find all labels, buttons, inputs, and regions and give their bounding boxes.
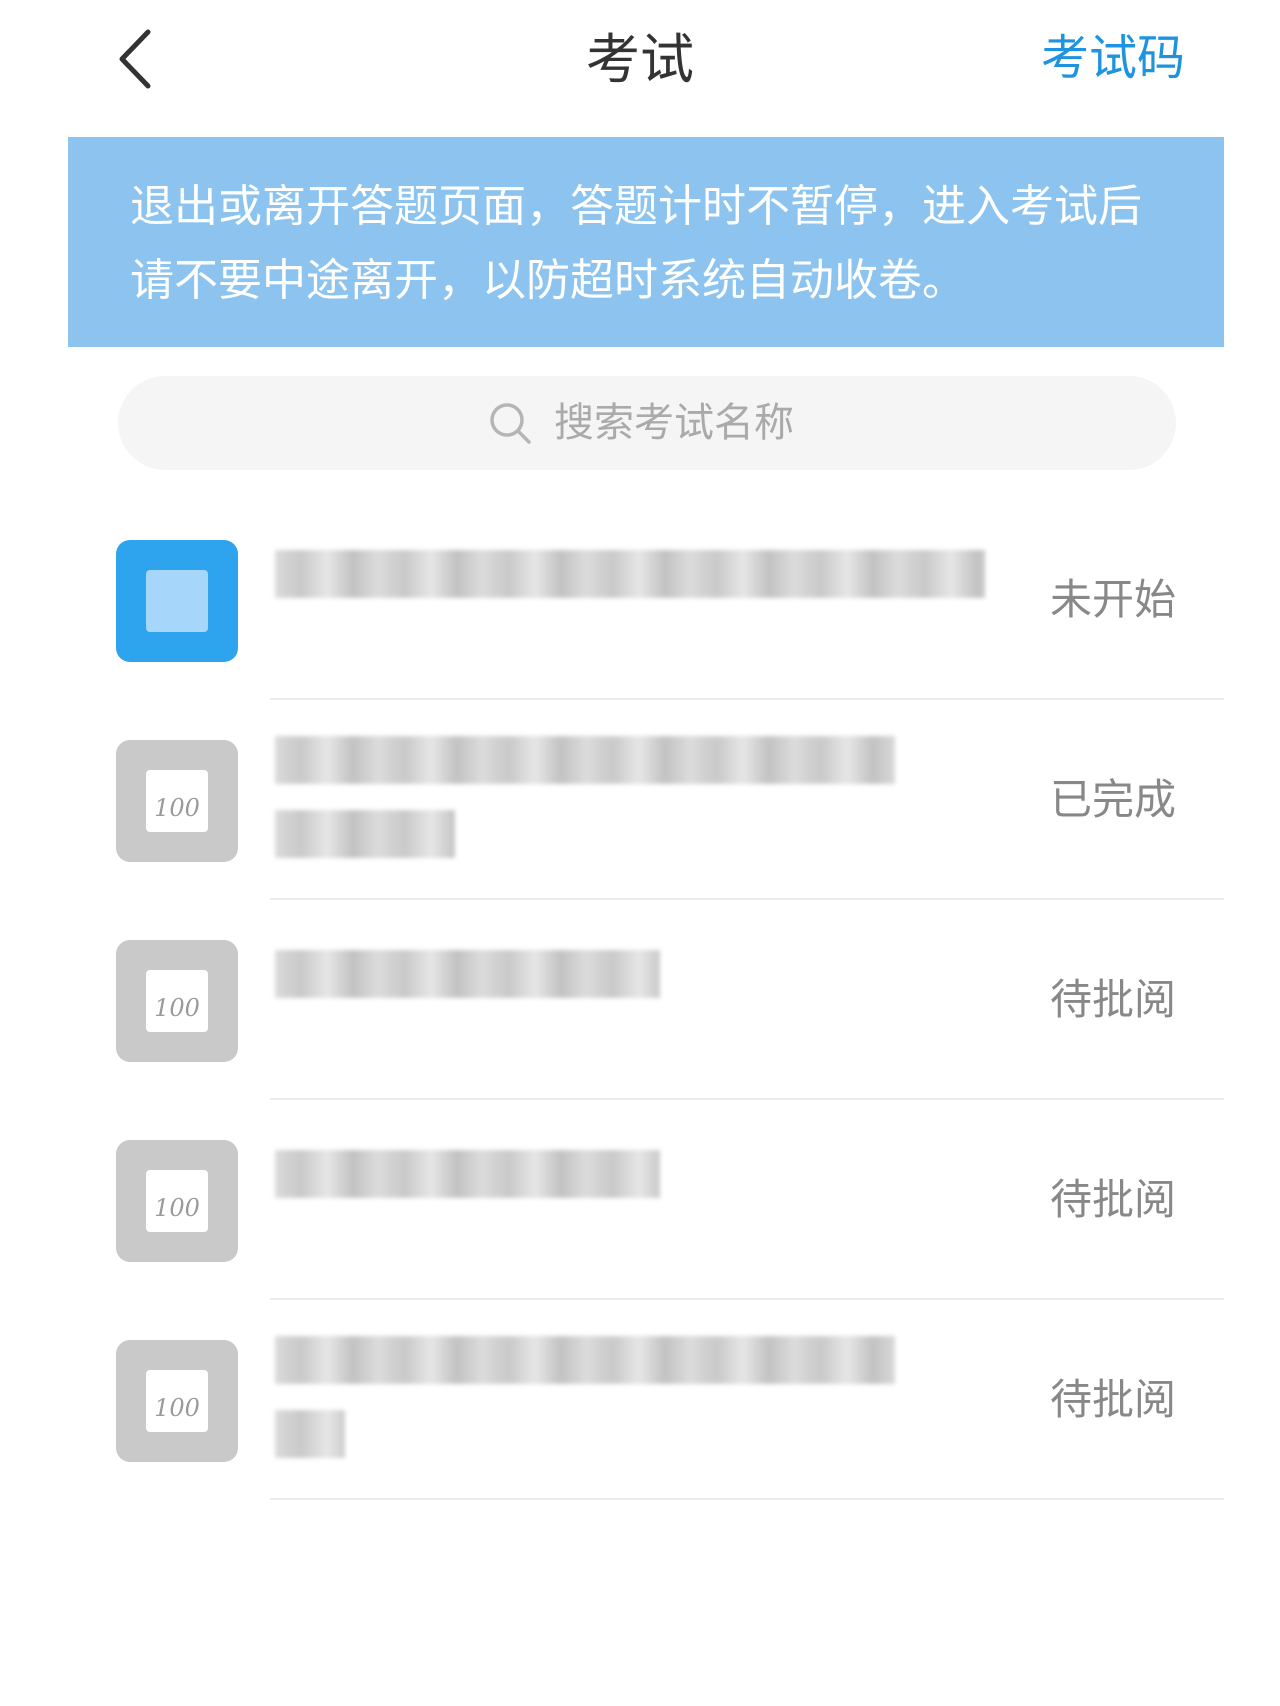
exam-item[interactable]: 100 待批阅 [0,1300,1280,1500]
header-bar: 考试 考试码 [0,0,1280,125]
exam-paper-icon: 100 [116,940,238,1062]
exam-name-redacted [275,950,660,998]
score-100-label: 100 [154,1194,200,1222]
score-100-label: 100 [154,994,200,1022]
exam-status: 待批阅 [1049,1375,1176,1424]
exam-code-button[interactable]: 考试码 [1041,26,1185,90]
exam-paper-icon: 100 [116,740,238,862]
exam-item[interactable]: 未开始 [0,500,1280,700]
exam-list: 未开始 100 已完成 100 待批阅 100 待批阅 100 待批阅 [0,500,1280,1500]
search-icon [490,403,531,444]
redacted-text [275,1336,895,1384]
exam-status: 未开始 [1049,575,1176,624]
exam-status: 待批阅 [1049,975,1176,1024]
exam-paper-icon [116,540,238,662]
exam-item[interactable]: 100 待批阅 [0,1100,1280,1300]
notice-banner: 退出或离开答题页面，答题计时不暂停，进入考试后请不要中途离开，以防超时系统自动收… [68,137,1224,347]
redacted-text [275,736,895,784]
redacted-text [275,1410,345,1458]
exam-name-redacted [275,1336,895,1458]
score-100-label: 100 [154,794,200,822]
exam-paper-icon: 100 [116,1340,238,1462]
exam-name-redacted [275,1150,660,1198]
paper-shape [146,570,208,632]
redacted-text [275,550,985,598]
redacted-text [275,950,660,998]
exam-item[interactable]: 100 已完成 [0,700,1280,900]
row-divider [270,1498,1224,1500]
redacted-text [275,810,455,858]
search-bar[interactable] [118,376,1176,470]
exam-name-redacted [275,550,985,598]
search-input[interactable] [552,399,806,447]
notice-text: 退出或离开答题页面，答题计时不暂停，进入考试后请不要中途离开，以防超时系统自动收… [130,181,1142,306]
redacted-text [275,1150,660,1198]
exam-paper-icon: 100 [116,1140,238,1262]
exam-item[interactable]: 100 待批阅 [0,900,1280,1100]
exam-status: 已完成 [1049,775,1176,824]
exam-status: 待批阅 [1049,1175,1176,1224]
score-100-label: 100 [154,1394,200,1422]
exam-name-redacted [275,736,895,858]
